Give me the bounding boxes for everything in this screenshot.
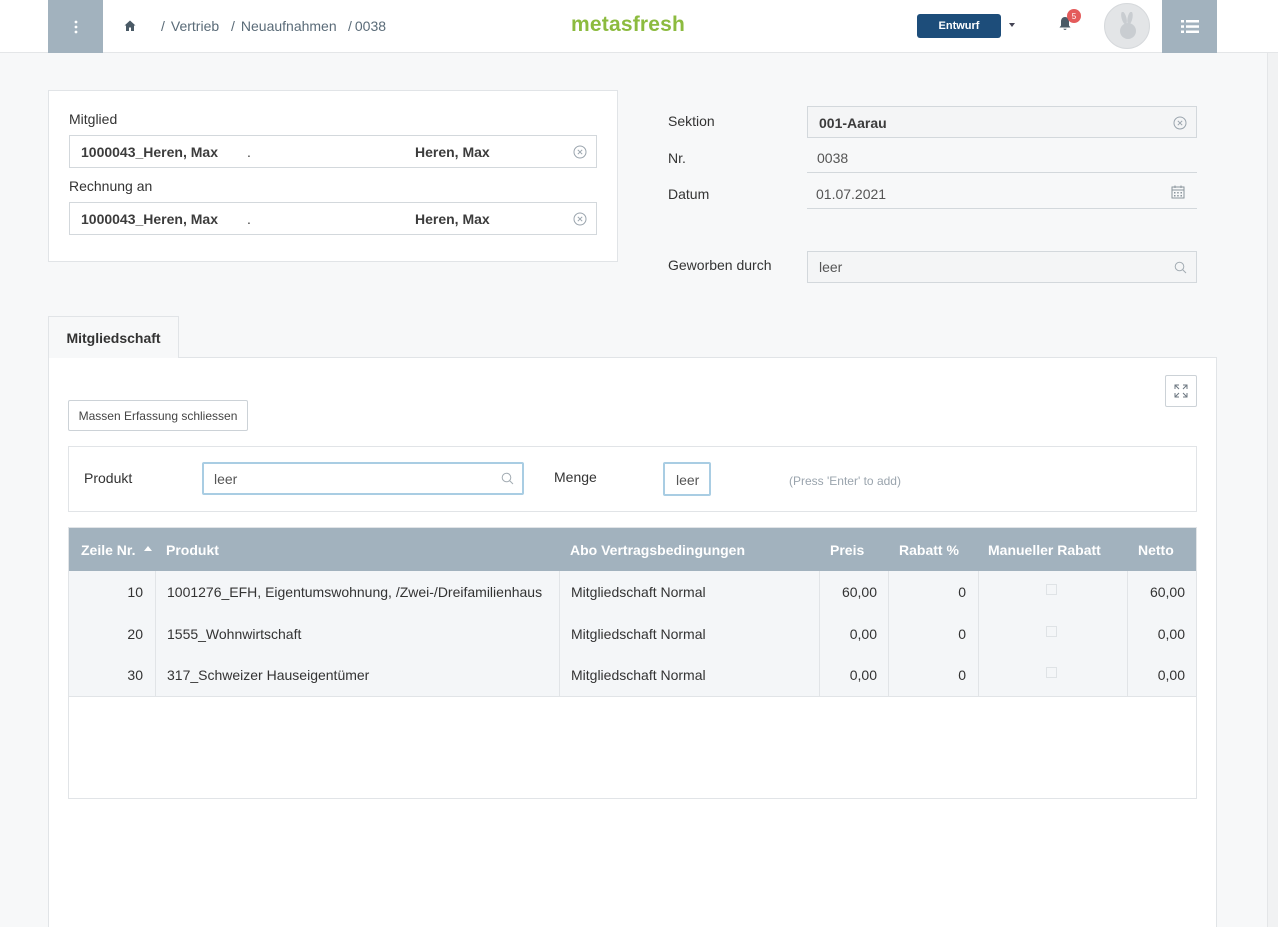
breadcrumb-label: Neuaufnahmen: [240, 18, 337, 34]
nr-value: 0038: [817, 150, 849, 166]
rechnung-field[interactable]: 1000043_Heren, Max . Heren, Max: [69, 202, 597, 235]
column-header-preis[interactable]: Preis: [830, 542, 864, 558]
close-mass-entry-button[interactable]: Massen Erfassung schliessen: [68, 400, 248, 431]
clear-icon[interactable]: [573, 145, 587, 159]
cell-preis: 0,00: [849, 667, 877, 683]
manual-discount-checkbox[interactable]: [1046, 667, 1057, 678]
mitglied-field[interactable]: 1000043_Heren, Max . Heren, Max: [69, 135, 597, 168]
cell-produkt: 1555_Wohnwirtschaft: [167, 626, 302, 642]
clear-icon[interactable]: [1173, 116, 1187, 130]
column-header-zeile-nr[interactable]: Zeile Nr.: [81, 542, 135, 558]
breadcrumb-separator: /: [348, 18, 352, 34]
column-header-manueller-rabatt[interactable]: Manueller Rabatt: [988, 542, 1101, 558]
sort-ascending-icon[interactable]: [144, 546, 152, 551]
cell-nr: 20: [127, 626, 143, 642]
column-header-netto[interactable]: Netto: [1138, 542, 1174, 558]
produkt-placeholder: leer: [214, 471, 238, 487]
top-header: / Vertrieb / Neuaufnahmen /0038 metasfresh…: [0, 0, 1278, 53]
produkt-input[interactable]: leer: [202, 462, 524, 495]
cell-netto: 0,00: [1157, 626, 1185, 642]
table-row[interactable]: 20 1555_Wohnwirtschaft Mitgliedschaft No…: [69, 613, 1196, 655]
rechnung-label: Rechnung an: [69, 178, 153, 194]
page-scrollbar[interactable]: [1267, 53, 1278, 927]
cell-rabatt: 0: [958, 626, 966, 642]
geworben-label: Geworben durch: [668, 257, 772, 273]
cell-abo: Mitgliedschaft Normal: [571, 626, 706, 642]
rechnung-value: 1000043_Heren, Max: [81, 211, 218, 227]
search-icon[interactable]: [501, 472, 514, 485]
produkt-label: Produkt: [84, 470, 133, 486]
rabbit-icon: [1120, 12, 1136, 39]
cell-netto: 60,00: [1149, 584, 1185, 600]
rechnung-dot: .: [247, 211, 251, 227]
expand-icon: [1174, 384, 1188, 398]
cell-nr: 30: [127, 667, 143, 683]
cell-rabatt: 0: [958, 584, 966, 600]
chevron-down-icon[interactable]: [1009, 23, 1015, 27]
column-header-abo[interactable]: Abo Vertragsbedingungen: [570, 542, 745, 558]
cell-nr: 10: [127, 584, 143, 600]
breadcrumb-separator: /: [161, 18, 165, 34]
sektion-field[interactable]: 001-Aarau: [807, 106, 1197, 138]
menu-button[interactable]: [48, 0, 103, 53]
fullscreen-button[interactable]: [1165, 375, 1197, 407]
rechnung-name: Heren, Max: [415, 211, 490, 227]
app-logo[interactable]: metasfresh: [571, 13, 685, 37]
tab-mitgliedschaft[interactable]: Mitgliedschaft: [48, 316, 179, 358]
list-icon: [1180, 20, 1199, 33]
datum-value: 01.07.2021: [816, 186, 887, 202]
search-icon[interactable]: [1174, 261, 1187, 274]
home-icon[interactable]: [123, 19, 137, 33]
cell-preis: 0,00: [849, 626, 877, 642]
menge-input[interactable]: leer: [663, 462, 711, 496]
member-panel: [48, 90, 618, 262]
manual-discount-checkbox[interactable]: [1046, 584, 1057, 595]
nr-label: Nr.: [668, 150, 686, 166]
breadcrumb-separator: /: [231, 18, 235, 34]
mitglied-dot: .: [247, 144, 251, 160]
geworben-value: leer: [819, 259, 843, 275]
quick-add-hint: (Press 'Enter' to add): [789, 474, 901, 488]
cell-preis: 60,00: [841, 584, 877, 600]
nr-field: 0038: [807, 143, 1197, 173]
column-header-produkt[interactable]: Produkt: [166, 542, 219, 558]
sektion-label: Sektion: [668, 113, 715, 129]
datum-label: Datum: [668, 186, 710, 202]
breadcrumb-item-vertrieb[interactable]: / Vertrieb: [161, 18, 219, 34]
lines-table: Zeile Nr. Produkt Abo Vertragsbedingunge…: [68, 527, 1197, 799]
cell-produkt: 1001276_EFH, Eigentumswohnung, /Zwei-/Dr…: [167, 584, 543, 600]
breadcrumb-label: Vertrieb: [170, 18, 220, 34]
geworben-field[interactable]: leer: [807, 251, 1197, 283]
manual-discount-checkbox[interactable]: [1046, 626, 1057, 637]
side-list-button[interactable]: [1162, 0, 1217, 53]
sektion-value: 001-Aarau: [819, 115, 887, 131]
mitglied-label: Mitglied: [69, 111, 118, 127]
clear-icon[interactable]: [573, 212, 587, 226]
cell-abo: Mitgliedschaft Normal: [571, 667, 706, 683]
cell-produkt: 317_Schweizer Hauseigentümer: [167, 667, 370, 683]
table-header: Zeile Nr. Produkt Abo Vertragsbedingunge…: [69, 528, 1196, 571]
datum-field[interactable]: 01.07.2021: [807, 179, 1197, 209]
calendar-icon[interactable]: [1171, 185, 1185, 199]
mitglied-name: Heren, Max: [415, 144, 490, 160]
menge-label: Menge: [554, 469, 597, 485]
avatar[interactable]: [1104, 3, 1150, 49]
menge-placeholder: leer: [676, 472, 700, 488]
table-row[interactable]: 10 1001276_EFH, Eigentumswohnung, /Zwei-…: [69, 571, 1196, 613]
breadcrumb-item-current: /0038: [348, 18, 386, 34]
mitglied-value: 1000043_Heren, Max: [81, 144, 218, 160]
cell-rabatt: 0: [958, 667, 966, 683]
vertical-ellipsis-icon: [74, 20, 77, 33]
status-button[interactable]: Entwurf: [917, 14, 1001, 38]
breadcrumb-label: 0038: [354, 18, 387, 34]
notification-badge: 5: [1067, 9, 1081, 23]
cell-abo: Mitgliedschaft Normal: [571, 584, 706, 600]
column-header-rabatt[interactable]: Rabatt %: [899, 542, 959, 558]
table-row[interactable]: 30 317_Schweizer Hauseigentümer Mitglied…: [69, 655, 1196, 697]
cell-netto: 0,00: [1157, 667, 1185, 683]
breadcrumb-item-neuaufnahmen[interactable]: / Neuaufnahmen: [231, 18, 337, 34]
